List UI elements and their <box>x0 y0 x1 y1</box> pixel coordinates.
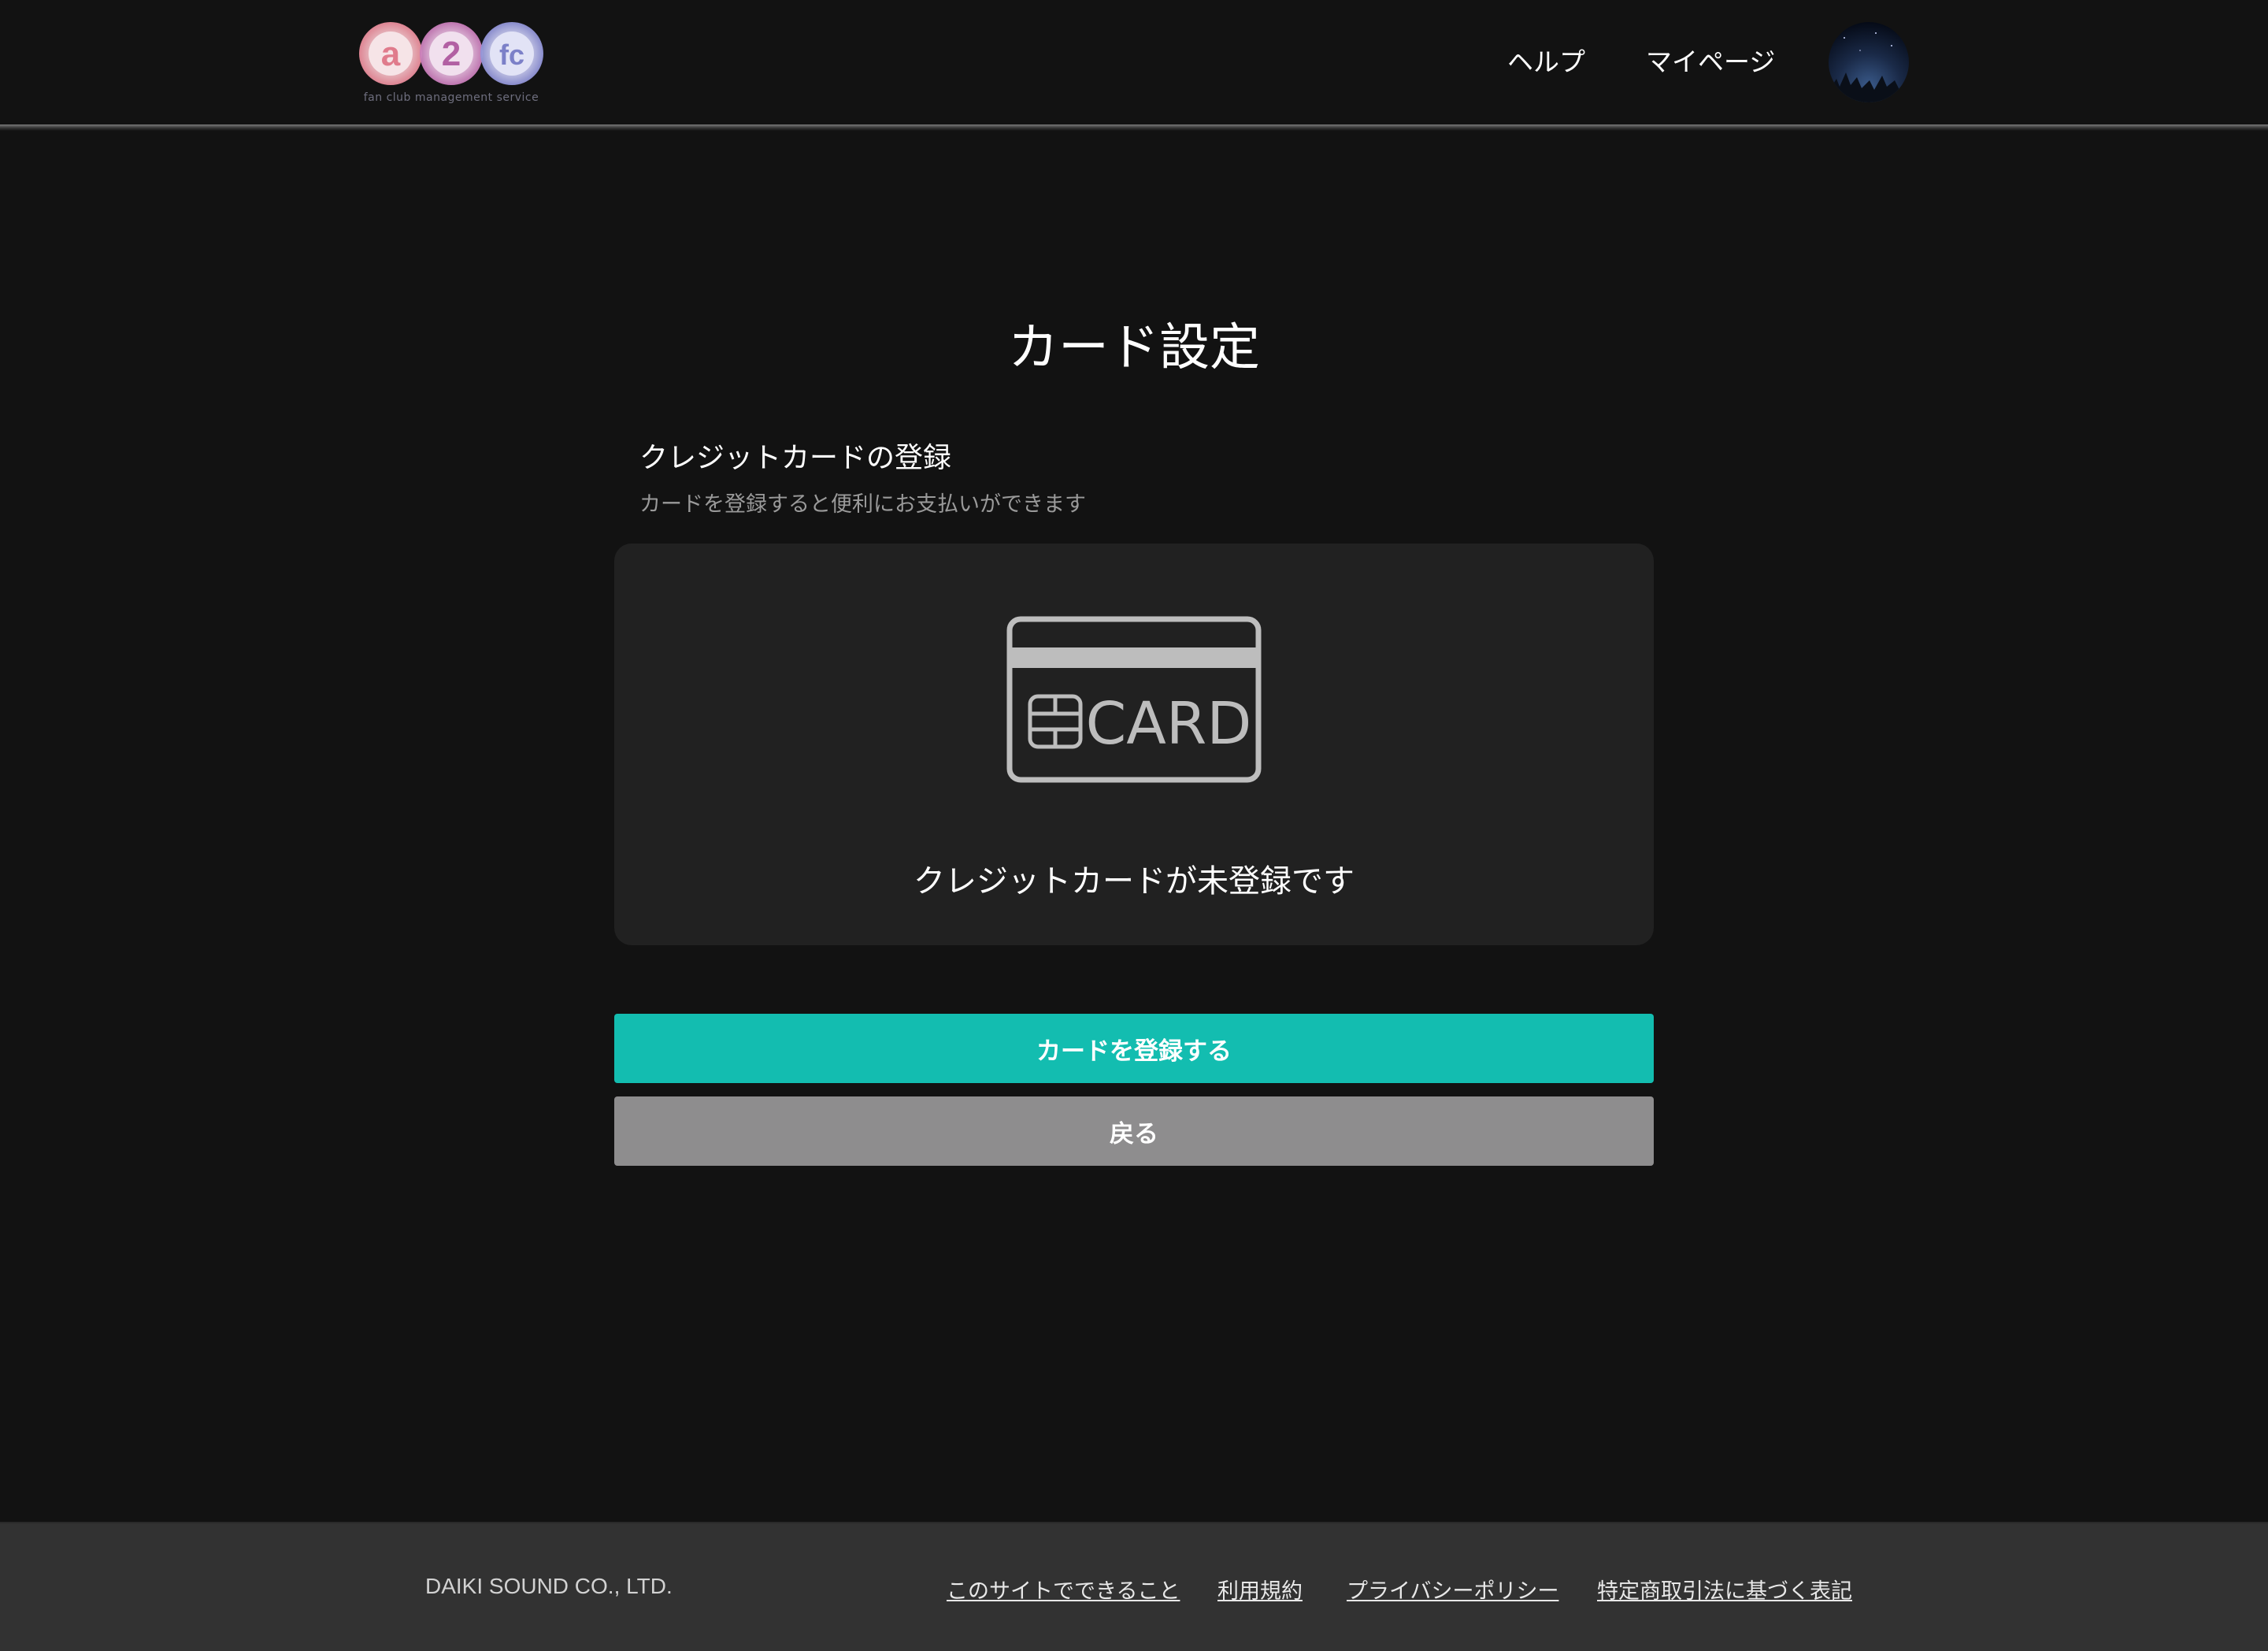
avatar-night-sky-icon <box>1829 22 1909 102</box>
site-footer: DAIKI SOUND CO., LTD. このサイトでできること 利用規約 プ… <box>0 1522 2268 1651</box>
register-card-button[interactable]: カードを登録する <box>614 1014 1654 1083</box>
logo-tagline: fan club management service <box>363 91 539 104</box>
footer-link-privacy[interactable]: プライバシーポリシー <box>1347 1574 1558 1605</box>
nav-help-link[interactable]: ヘルプ <box>1507 41 1585 79</box>
nav-mypage-link[interactable]: マイページ <box>1646 41 1775 79</box>
footer-link-features[interactable]: このサイトでできること <box>947 1574 1180 1605</box>
card-status-panel: CARD クレジットカードが未登録です <box>614 544 1654 945</box>
page: a 2 fc fan club management service ヘルプ マ… <box>0 0 2268 1651</box>
card-status-text: クレジットカードが未登録です <box>914 863 1354 900</box>
footer-company-name: DAIKI SOUND CO., LTD. <box>425 1574 673 1598</box>
credit-card-icon: CARD <box>1006 616 1262 783</box>
avatar[interactable] <box>1829 22 1909 102</box>
page-title: カード設定 <box>1008 319 1260 377</box>
back-button[interactable]: 戻る <box>614 1096 1654 1166</box>
site-logo[interactable]: a 2 fc fan club management service <box>356 16 547 110</box>
footer-link-commerce-law[interactable]: 特定商取引法に基づく表記 <box>1597 1574 1852 1605</box>
site-header: a 2 fc fan club management service ヘルプ マ… <box>0 0 2268 126</box>
footer-link-terms[interactable]: 利用規約 <box>1217 1574 1303 1605</box>
card-icon-label: CARD <box>1086 690 1252 758</box>
logo-rings-icon: a 2 fc <box>359 22 543 85</box>
svg-text:2: 2 <box>442 35 461 73</box>
section-title: クレジットカードの登録 <box>639 442 952 474</box>
section-description: カードを登録すると便利にお支払いができます <box>639 492 1086 517</box>
svg-text:a: a <box>381 35 401 73</box>
header-divider <box>0 124 2268 131</box>
svg-text:fc: fc <box>499 39 524 71</box>
